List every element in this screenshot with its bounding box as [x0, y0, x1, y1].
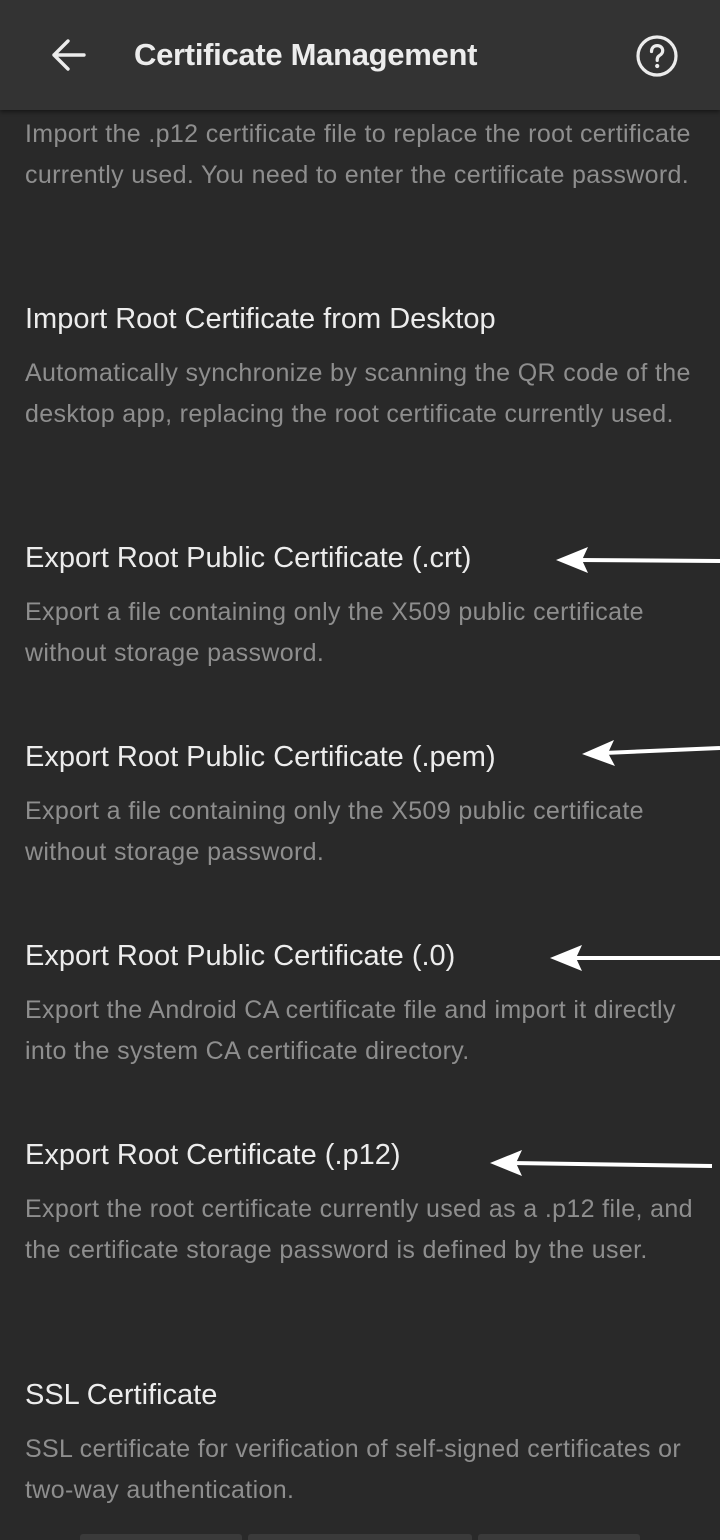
item-description: Automatically synchronize by scanning th…	[25, 359, 691, 428]
item-title: Export Root Public Certificate (.crt)	[25, 542, 472, 574]
import-p12-description: Import the .p12 certificate file to repl…	[25, 120, 691, 189]
help-button[interactable]	[633, 32, 681, 80]
item-title: Export Root Certificate (.p12)	[25, 1139, 401, 1171]
list-item-export-pem[interactable]: Export Root Public Certificate (.pem) Ex…	[25, 737, 700, 873]
help-circle-icon	[636, 35, 678, 77]
item-description: Export the root certificate currently us…	[25, 1195, 693, 1264]
list-item-export-0[interactable]: Export Root Public Certificate (.0) Expo…	[25, 936, 700, 1072]
item-description: Export a file containing only the X509 p…	[25, 598, 644, 667]
list-item-import-from-desktop[interactable]: Import Root Certificate from Desktop Aut…	[25, 299, 700, 435]
item-title: Export Root Public Certificate (.0)	[25, 940, 456, 972]
item-description: Export a file containing only the X509 p…	[25, 797, 644, 866]
item-description: SSL certificate for verification of self…	[25, 1435, 682, 1504]
item-title: Export Root Public Certificate (.pem)	[25, 741, 496, 773]
bottom-action-button[interactable]	[80, 1534, 242, 1540]
item-title: Import Root Certificate from Desktop	[25, 303, 496, 335]
arrow-left-icon	[52, 39, 86, 71]
bottom-action-button[interactable]	[248, 1534, 472, 1540]
app-bar: Certificate Management	[0, 0, 720, 110]
bottom-action-button[interactable]	[478, 1534, 640, 1540]
list-item-ssl-certificate[interactable]: SSL Certificate SSL certificate for veri…	[25, 1375, 700, 1511]
certificate-management-screen: Certificate Management Import the .p12 c…	[0, 0, 720, 1540]
list-item-export-crt[interactable]: Export Root Public Certificate (.crt) Ex…	[25, 538, 700, 674]
list-item-export-p12[interactable]: Export Root Certificate (.p12) Export th…	[25, 1135, 700, 1271]
back-button[interactable]	[44, 33, 92, 77]
item-title: SSL Certificate	[25, 1379, 218, 1411]
page-title: Certificate Management	[134, 37, 478, 72]
item-description: Export the Android CA certificate file a…	[25, 996, 676, 1065]
